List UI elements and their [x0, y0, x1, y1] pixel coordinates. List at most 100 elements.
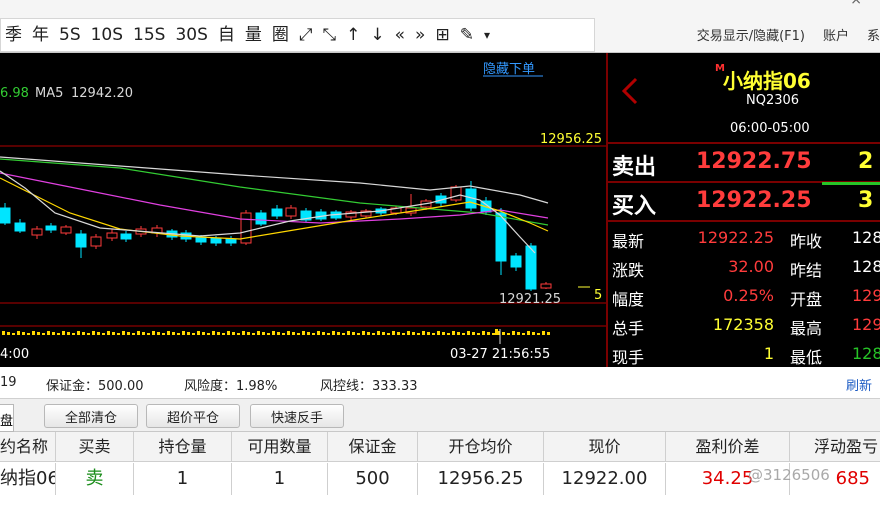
close-all-button[interactable]: 全部清仓 [44, 404, 138, 428]
stat-row-volume: 总手 172358 最高 129 [608, 311, 880, 339]
volume-bar [142, 332, 145, 335]
volume-bar [452, 331, 455, 335]
volume-bar [182, 331, 185, 335]
col-header-available[interactable]: 可用数量 [232, 432, 328, 462]
candle-body [255, 212, 267, 225]
stat-label: 昨收 [790, 232, 823, 251]
stat-row-change: 涨跌 32.00 昨结 128 [608, 253, 880, 281]
ma-partial-value: 6.98 [0, 86, 29, 101]
volume-bar [72, 333, 75, 335]
volume-bar [357, 333, 360, 335]
period-5s-button[interactable]: 5S [59, 25, 81, 45]
volume-bar [107, 331, 110, 335]
volume-bar [52, 332, 55, 335]
refresh-link[interactable]: 刷新 [846, 375, 872, 394]
dropdown-icon[interactable]: ▾ [484, 25, 490, 45]
arrow-down-icon[interactable]: ↓ [370, 25, 384, 45]
volume-bar [527, 331, 530, 335]
volume-bar [212, 331, 215, 335]
col-header-side[interactable]: 买卖 [56, 432, 134, 462]
stat-value: 172358 [712, 315, 774, 334]
position-tab[interactable]: 盘 [0, 404, 14, 432]
period-season-button[interactable]: 季 [5, 25, 22, 45]
volume-bar [422, 331, 425, 335]
stat-label: 昨结 [790, 261, 823, 280]
candle-body [540, 283, 552, 289]
candle-body [120, 233, 132, 240]
volume-bar [322, 332, 325, 335]
volume-bar [317, 331, 320, 335]
candlestick-chart[interactable]: 隐藏下单 6.98 MA5 12942.20 12956.25 12921.25… [0, 53, 606, 367]
candle-body [271, 208, 283, 217]
stat-label: 最新 [612, 232, 645, 251]
volume-bar [342, 333, 345, 335]
volume-bar [187, 332, 190, 335]
volume-bar [467, 331, 470, 335]
pen-icon[interactable]: ✎ [460, 25, 474, 45]
candle-body [31, 228, 43, 236]
volume-button[interactable]: 量 [245, 25, 262, 45]
back-arrow-icon[interactable] [616, 77, 644, 105]
volume-bar [277, 332, 280, 335]
volume-bar [492, 333, 495, 335]
volume-bar [222, 333, 225, 335]
sell-price[interactable]: 12922.75 [696, 149, 812, 174]
volume-bar [102, 333, 105, 335]
buy-price[interactable]: 12922.25 [696, 188, 812, 213]
candle-body [285, 207, 297, 217]
volume-bar [297, 333, 300, 335]
col-header-profit-diff[interactable]: 盈利价差 [666, 432, 790, 462]
arrow-up-icon[interactable]: ↑ [346, 25, 360, 45]
candle-body [60, 226, 72, 234]
toggle-trading-button[interactable]: 交易显示/隐藏(F1) [697, 25, 805, 44]
candle-body [0, 207, 11, 224]
volume-bar [57, 333, 60, 335]
volume-bar [117, 333, 120, 335]
stat-label: 涨跌 [612, 261, 645, 280]
expand-icon[interactable]: ⤢ [299, 25, 313, 45]
hide-orders-link[interactable]: 隐藏下单 [483, 62, 535, 77]
over-price-close-button[interactable]: 超价平仓 [146, 404, 240, 428]
close-icon[interactable]: × [850, 0, 862, 8]
cell-margin: 500 [328, 463, 418, 495]
cell-open-avg: 12956.25 [418, 463, 544, 495]
quick-reverse-button[interactable]: 快速反手 [250, 404, 344, 428]
candle-body [75, 233, 87, 248]
period-15s-button[interactable]: 15S [133, 25, 165, 45]
volume-bar [132, 333, 135, 335]
period-year-button[interactable]: 年 [32, 25, 49, 45]
col-header-open-avg[interactable]: 开仓均价 [418, 432, 544, 462]
risk-value: 风险度：1.98% [184, 379, 278, 394]
volume-bar [397, 332, 400, 335]
double-right-icon[interactable]: » [415, 25, 425, 45]
volume-bar [372, 333, 375, 335]
period-30s-button[interactable]: 30S [175, 25, 207, 45]
double-left-icon[interactable]: « [395, 25, 405, 45]
account-button[interactable]: 账户 [823, 25, 849, 44]
volume-bar [447, 333, 450, 335]
candle-body [210, 237, 222, 244]
col-header-contract[interactable]: 约名称 [0, 432, 56, 462]
period-10s-button[interactable]: 10S [91, 25, 123, 45]
shrink-icon[interactable]: ⤡ [323, 25, 337, 45]
right-edge-label: 5 [594, 288, 602, 303]
circle-button[interactable]: 圈 [272, 25, 289, 45]
col-header-position[interactable]: 持仓量 [134, 432, 232, 462]
volume-bar [512, 331, 515, 335]
stat-row-current-hand: 现手 1 最低 128 [608, 340, 880, 367]
grid-icon[interactable]: ⊞ [435, 25, 449, 45]
volume-bar [272, 331, 275, 335]
col-header-current-price[interactable]: 现价 [544, 432, 666, 462]
volume-bar [27, 333, 30, 335]
high-price-label: 12956.25 [540, 132, 602, 147]
col-header-float-pnl[interactable]: 浮动盈亏 [790, 432, 880, 462]
stat-value: 1 [763, 344, 774, 363]
stat-label: 最高 [790, 319, 823, 338]
col-header-margin[interactable]: 保证金 [328, 432, 418, 462]
custom-period-button[interactable]: 自 [218, 25, 235, 45]
volume-bar [232, 332, 235, 335]
system-button[interactable]: 系 [867, 25, 880, 44]
volume-bar [147, 333, 150, 335]
volume-bar [457, 332, 460, 335]
volume-bar [472, 332, 475, 335]
